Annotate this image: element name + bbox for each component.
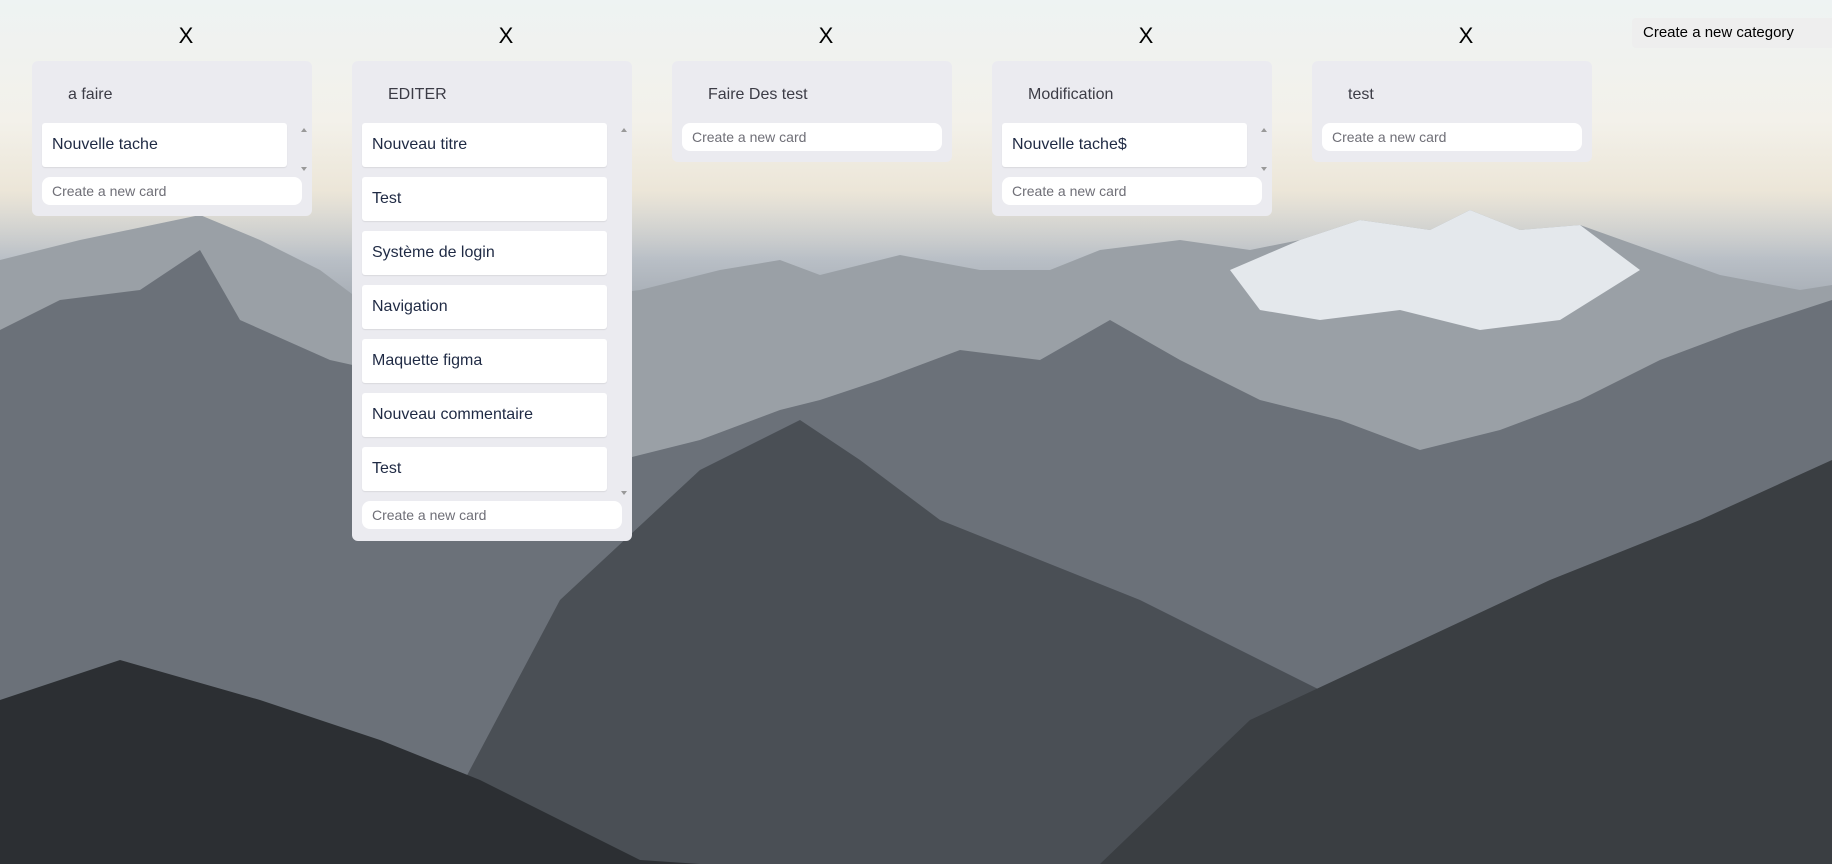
card[interactable]: Nouveau commentaire: [362, 393, 607, 437]
category-column: a faire Nouvelle tache: [32, 61, 312, 216]
create-category-button[interactable]: Create a new category: [1632, 18, 1832, 48]
card[interactable]: Système de login: [362, 231, 607, 275]
card[interactable]: Test: [362, 447, 607, 491]
close-icon[interactable]: X: [811, 22, 841, 50]
column-title: test: [1348, 86, 1374, 103]
close-icon[interactable]: X: [1131, 22, 1161, 50]
column-title: Faire Des test: [708, 86, 808, 103]
new-card-input[interactable]: [1322, 123, 1582, 151]
category-column: Faire Des test: [672, 61, 952, 162]
card[interactable]: Nouvelle tache$: [1002, 123, 1247, 167]
new-card-input[interactable]: [362, 501, 622, 529]
category-column: EDITER Nouveau titre Test Système de log…: [352, 61, 632, 541]
column-title: Modification: [1028, 86, 1114, 103]
close-icon[interactable]: X: [1451, 22, 1481, 50]
scroll-down-icon[interactable]: [1261, 167, 1267, 171]
scroll-down-icon[interactable]: [301, 167, 307, 171]
category-column: Modification Nouvelle tache$: [992, 61, 1272, 216]
new-card-input[interactable]: [1002, 177, 1262, 205]
column-title: EDITER: [388, 86, 447, 103]
category-column: test: [1312, 61, 1592, 162]
scroll-down-icon[interactable]: [621, 491, 627, 495]
card[interactable]: Navigation: [362, 285, 607, 329]
scroll-up-icon[interactable]: [621, 128, 627, 132]
scroll-up-icon[interactable]: [301, 128, 307, 132]
card[interactable]: Nouveau titre: [362, 123, 607, 167]
card[interactable]: Test: [362, 177, 607, 221]
card[interactable]: Maquette figma: [362, 339, 607, 383]
close-icon[interactable]: X: [171, 22, 201, 50]
scroll-up-icon[interactable]: [1261, 128, 1267, 132]
close-icon[interactable]: X: [491, 22, 521, 50]
card[interactable]: Nouvelle tache: [42, 123, 287, 167]
new-card-input[interactable]: [42, 177, 302, 205]
new-card-input[interactable]: [682, 123, 942, 151]
column-title: a faire: [68, 86, 113, 103]
